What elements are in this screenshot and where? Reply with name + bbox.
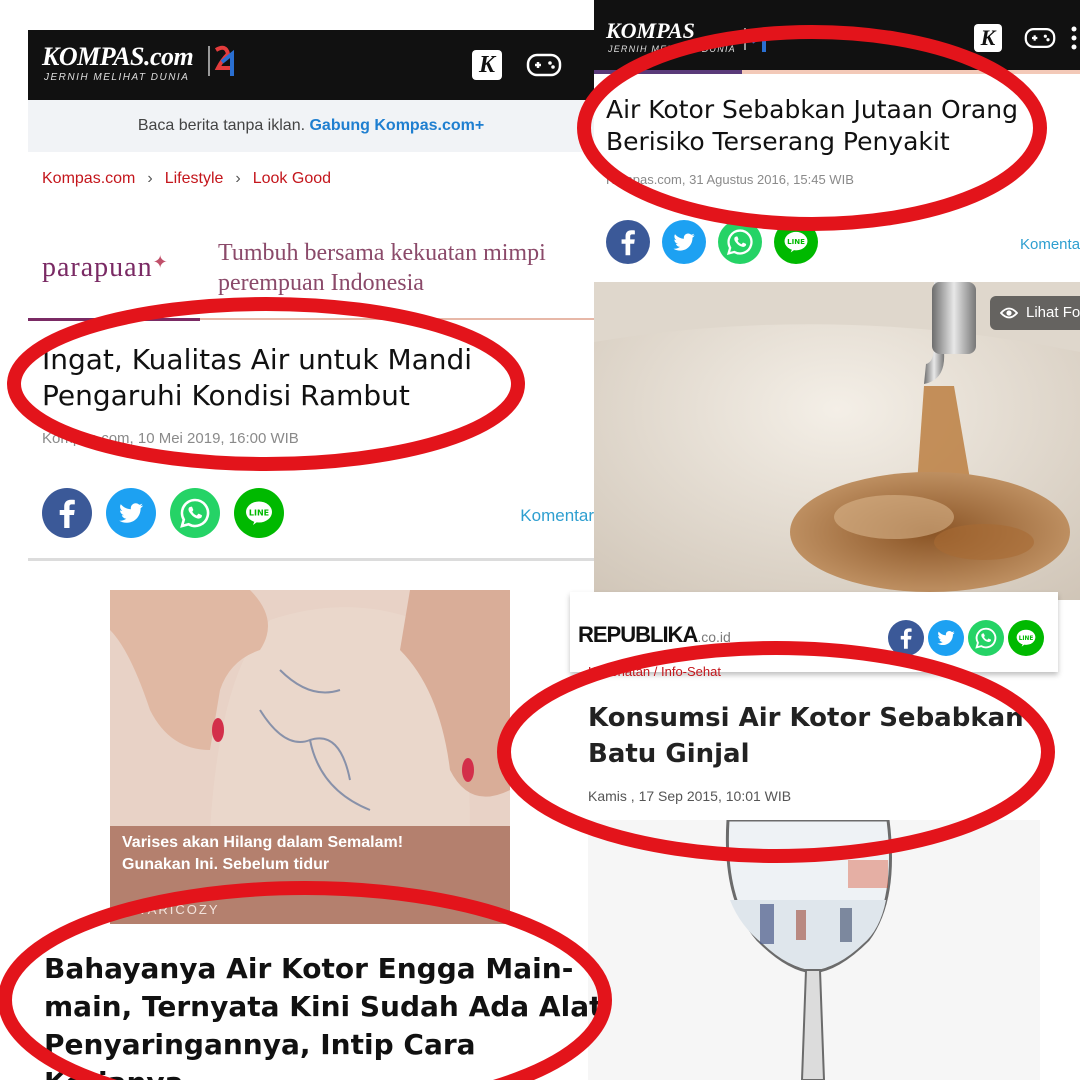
headline-line-2: Berisiko Terserang Penyakit xyxy=(606,127,950,156)
headline-line-2: Pengaruhi Kondisi Rambut xyxy=(42,379,410,412)
article-headline: Air Kotor Sebabkan Jutaan Orang Berisiko… xyxy=(606,94,1076,158)
article-headline: Konsumsi Air Kotor Sebabkan Batu Ginjal xyxy=(588,700,1058,772)
water-glass-photo[interactable] xyxy=(588,820,1040,1080)
headline-line-1: Konsumsi Air Kotor Sebabkan xyxy=(588,703,1024,733)
parapuan-tagline: Tumbuh bersama kekuatan mimpi perempuan … xyxy=(218,238,546,298)
svg-text:LINE: LINE xyxy=(249,509,269,518)
kompas-tagline: JERNIH MELIHAT DUNIA xyxy=(608,44,736,54)
republika-domain: .co.id xyxy=(697,629,731,645)
kompas-anniversary-icon xyxy=(744,28,766,52)
whatsapp-share-button[interactable] xyxy=(170,488,220,538)
facebook-share-button[interactable] xyxy=(42,488,92,538)
ad-title-line-2: Gunakan Ini. Sebelum tidur xyxy=(122,856,330,873)
whatsapp-share-button[interactable] xyxy=(968,620,1004,656)
line-icon: LINE xyxy=(774,220,818,264)
parapuan-tagline-line-1: Tumbuh bersama kekuatan mimpi xyxy=(218,240,546,266)
headline-line-3: Penyaringannya, Intip Cara Kerjanya xyxy=(44,1028,476,1080)
twitter-icon xyxy=(928,620,964,656)
headline-line-2: Batu Ginjal xyxy=(588,739,750,769)
komentar-link[interactable]: Komentar xyxy=(520,506,594,526)
republika-article: Kesehatan / Info-Sehat Konsumsi Air Koto… xyxy=(570,660,1080,820)
whatsapp-icon xyxy=(718,220,762,264)
dirty-water-tap-photo[interactable]: Lihat Foto xyxy=(594,282,1080,600)
headline-line-2: main, Ternyata Kini Sudah Ada Alat xyxy=(44,990,603,1023)
lihat-foto-button[interactable]: Lihat Foto xyxy=(990,296,1080,330)
lihat-foto-label: Lihat Foto xyxy=(1026,304,1080,321)
line-share-button[interactable]: LINE xyxy=(1008,620,1044,656)
headline-line-1: Ingat, Kualitas Air untuk Mandi xyxy=(42,343,473,376)
more-vertical-icon[interactable] xyxy=(1070,24,1078,52)
komentar-link[interactable]: Komentar xyxy=(1020,236,1080,253)
article-headline: Ingat, Kualitas Air untuk Mandi Pengaruh… xyxy=(42,342,562,414)
gamepad-icon[interactable] xyxy=(1024,26,1056,50)
facebook-icon xyxy=(888,620,924,656)
kompas-logo[interactable]: KOMPAS xyxy=(606,18,695,44)
ad-free-text: Baca berita tanpa iklan. xyxy=(137,117,306,134)
headline-line-1: Bahayanya Air Kotor Engga Main- xyxy=(44,952,574,985)
ad-leg-photo xyxy=(110,590,510,830)
glass-photo-illustration xyxy=(588,820,1040,1080)
whatsapp-share-button[interactable] xyxy=(718,220,762,264)
parapuan-logo[interactable]: parapuan✦ xyxy=(42,252,169,284)
join-kompas-plus-link[interactable]: Gabung Kompas.com+ xyxy=(309,117,484,134)
chevron-right-icon: › xyxy=(147,170,153,187)
republika-logo[interactable]: REPUBLIKA.co.id xyxy=(578,622,731,648)
bottom-article-headline: Bahayanya Air Kotor Engga Main- main, Te… xyxy=(44,950,604,1080)
line-share-button[interactable]: LINE xyxy=(234,488,284,538)
line-icon: LINE xyxy=(234,488,284,538)
kompas-header: KOMPAS.com JERNIH MELIHAT DUNIA K xyxy=(28,30,594,100)
article-category[interactable]: Kesehatan / Info-Sehat xyxy=(588,664,721,679)
section-divider xyxy=(28,318,594,321)
kompas-header: KOMPAS JERNIH MELIHAT DUNIA K xyxy=(594,0,1080,70)
article-meta: Kompas.com, 10 Mei 2019, 16:00 WIB xyxy=(42,430,299,447)
kompas-anniversary-icon xyxy=(208,45,234,76)
divider xyxy=(28,558,594,561)
headline-line-1: Air Kotor Sebabkan Jutaan Orang xyxy=(606,95,1018,124)
kompas-logo[interactable]: KOMPAS.com xyxy=(42,42,194,72)
twitter-icon xyxy=(662,220,706,264)
varicozy-ad[interactable]: Varises akan Hilang dalam Semalam! Gunak… xyxy=(110,590,510,924)
breadcrumb-look-good[interactable]: Look Good xyxy=(253,170,331,187)
twitter-share-button[interactable] xyxy=(106,488,156,538)
line-share-button[interactable]: LINE xyxy=(774,220,818,264)
ad-free-banner: Baca berita tanpa iklan. Gabung Kompas.c… xyxy=(28,100,594,152)
article-meta: Kompas.com, 31 Agustus 2016, 15:45 WIB xyxy=(606,172,854,187)
section-divider xyxy=(594,70,1080,74)
svg-text:LINE: LINE xyxy=(1019,636,1034,642)
breadcrumb: Kompas.com › Lifestyle › Look Good xyxy=(42,170,331,188)
breadcrumb-lifestyle[interactable]: Lifestyle xyxy=(165,170,224,187)
kompas-tagline: JERNIH MELIHAT DUNIA xyxy=(44,72,190,83)
facebook-share-button[interactable] xyxy=(606,220,650,264)
twitter-share-button[interactable] xyxy=(662,220,706,264)
twitter-icon xyxy=(106,488,156,538)
republika-logo-text: REPUBLIKA xyxy=(578,622,698,647)
kompas-article-panel-dirty-water: KOMPAS JERNIH MELIHAT DUNIA K Air Kotor … xyxy=(594,0,1080,290)
parapuan-tagline-line-2: perempuan Indonesia xyxy=(218,270,424,296)
facebook-icon xyxy=(42,488,92,538)
breadcrumb-kompas[interactable]: Kompas.com xyxy=(42,170,135,187)
line-icon: LINE xyxy=(1008,620,1044,656)
chevron-right-icon: › xyxy=(235,170,241,187)
parapuan-logo-text: parapuan xyxy=(42,252,153,283)
eye-icon xyxy=(1000,307,1018,319)
ad-brand: VARICOZY xyxy=(138,902,220,917)
gamepad-icon[interactable] xyxy=(526,52,562,78)
article-meta: Kamis , 17 Sep 2015, 10:01 WIB xyxy=(588,788,792,804)
ad-title-line-1: Varises akan Hilang dalam Semalam! xyxy=(122,834,404,851)
twitter-share-button[interactable] xyxy=(928,620,964,656)
whatsapp-icon xyxy=(170,488,220,538)
facebook-share-button[interactable] xyxy=(888,620,924,656)
kompas-k-icon[interactable]: K xyxy=(472,50,502,80)
ad-title: Varises akan Hilang dalam Semalam! Gunak… xyxy=(122,832,492,876)
kompas-k-icon[interactable]: K xyxy=(974,24,1002,52)
svg-text:LINE: LINE xyxy=(787,237,805,246)
kompas-article-panel-hair: KOMPAS.com JERNIH MELIHAT DUNIA K Baca b… xyxy=(28,30,594,562)
facebook-icon xyxy=(606,220,650,264)
sparkle-icon: ✦ xyxy=(152,252,169,272)
whatsapp-icon xyxy=(968,620,1004,656)
